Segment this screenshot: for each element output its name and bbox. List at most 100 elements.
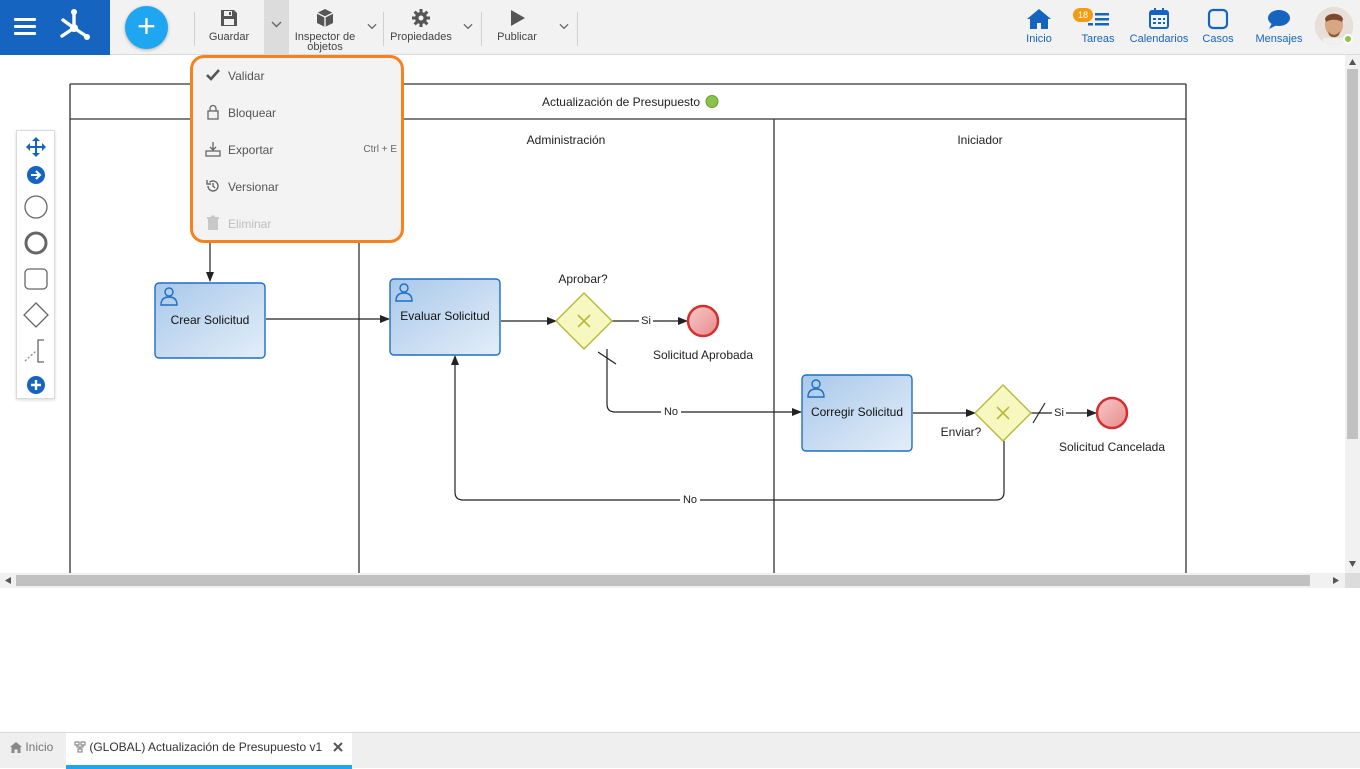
flow-label-no: No [683, 494, 697, 506]
gateway-label: Enviar? [941, 425, 982, 439]
end-event-cancelada[interactable] [1095, 396, 1129, 430]
app-logo-icon[interactable] [54, 6, 94, 46]
nav-calendars[interactable]: Calendarios [1128, 8, 1190, 45]
vertical-scrollbar[interactable] [1345, 55, 1360, 573]
nav-tasks-label: Tareas [1081, 33, 1115, 45]
publish-dropdown-chevron-icon[interactable] [559, 21, 569, 33]
scroll-up-arrow-icon[interactable] [1349, 59, 1356, 65]
scroll-left-arrow-icon[interactable] [5, 577, 11, 584]
nav-messages-label: Mensajes [1255, 33, 1303, 45]
nav-home[interactable]: Inicio [1020, 8, 1058, 45]
toolbar-separator [481, 12, 482, 46]
menu-item-validar[interactable]: Validar [205, 66, 397, 86]
menu-item-label: Bloquear [228, 106, 277, 120]
add-new-button[interactable]: + [125, 6, 168, 49]
gateway-diamond-icon[interactable] [22, 301, 50, 329]
flow-label-si: Si [1054, 407, 1064, 419]
task-label: Evaluar Solicitud [400, 309, 489, 323]
tab-process-label: (GLOBAL) Actualización de Presupuesto v1 [89, 740, 323, 754]
horizontal-scrollbar[interactable] [0, 573, 1345, 588]
close-icon[interactable] [333, 742, 344, 752]
inspector-dropdown-chevron-icon[interactable] [367, 21, 377, 33]
menu-item-shortcut: Ctrl + E [363, 144, 397, 155]
nav-calendars-label: Calendarios [1129, 33, 1189, 45]
task-label: Corregir Solicitud [811, 405, 903, 419]
nav-home-label: Inicio [1026, 33, 1052, 45]
annotation-bracket-icon[interactable] [22, 337, 50, 365]
horizontal-scroll-thumb[interactable] [16, 575, 1310, 586]
start-event-circle-icon[interactable] [22, 193, 50, 221]
process-diagram-icon [74, 741, 86, 753]
task-evaluar-solicitud[interactable]: Evaluar Solicitud [389, 278, 501, 356]
home-icon [10, 742, 22, 753]
calendar-icon [1149, 8, 1169, 29]
menu-item-exportar[interactable]: Exportar Ctrl + E [205, 140, 397, 160]
menu-item-label: Versionar [228, 180, 279, 194]
flow-send-no[interactable] [451, 355, 1005, 501]
gateway-enviar[interactable] [974, 384, 1032, 442]
gateway-label: Aprobar? [558, 272, 608, 286]
add-more-shapes-icon[interactable] [22, 371, 50, 399]
save-options-dropdown[interactable] [264, 0, 289, 55]
lane-title-iniciador: Iniciador [957, 133, 1002, 147]
floppy-disk-icon [221, 10, 237, 26]
history-icon [206, 180, 219, 192]
lane-title-administracion: Administración [527, 133, 606, 147]
end-event-circle-icon[interactable] [22, 229, 50, 257]
nav-cases-label: Casos [1202, 33, 1234, 45]
scroll-down-arrow-icon[interactable] [1349, 561, 1356, 567]
end-event-label: Solicitud Cancelada [1059, 440, 1165, 454]
task-label: Crear Solicitud [171, 313, 250, 327]
gateway-aprobar[interactable] [555, 292, 613, 350]
home-icon [1027, 9, 1051, 29]
end-event-label: Solicitud Aprobada [653, 348, 753, 362]
tab-process[interactable]: (GLOBAL) Actualización de Presupuesto v1 [66, 733, 352, 769]
trash-icon [207, 215, 219, 230]
publish-label: Publicar [497, 31, 537, 43]
save-label: Guardar [208, 31, 250, 43]
vertical-scroll-thumb[interactable] [1347, 69, 1358, 439]
save-options-menu: Validar Bloquear Exportar Ctrl + E Versi… [190, 55, 404, 243]
menu-item-label: Exportar [228, 143, 274, 157]
case-square-icon [1207, 8, 1229, 30]
task-corregir-solicitud[interactable]: Corregir Solicitud [801, 374, 913, 452]
tab-inicio[interactable]: Inicio [10, 733, 66, 769]
online-status-indicator [1343, 34, 1353, 44]
brand-area [0, 0, 110, 55]
cube-icon [316, 9, 334, 27]
save-button[interactable]: Guardar [205, 8, 253, 43]
move-arrows-icon[interactable] [22, 133, 50, 161]
toolbar-separator [194, 12, 195, 46]
tasks-count-badge: 18 [1073, 8, 1093, 22]
menu-item-versionar[interactable]: Versionar [205, 177, 397, 197]
chat-bubble-icon [1268, 10, 1290, 29]
inspector-label-line2: objetos [307, 41, 343, 53]
toolbar-separator [383, 12, 384, 46]
properties-button[interactable]: Propiedades [388, 8, 454, 43]
task-crear-solicitud[interactable]: Crear Solicitud [154, 282, 266, 359]
scroll-right-arrow-icon[interactable] [1333, 577, 1339, 584]
menu-item-bloquear[interactable]: Bloquear [205, 103, 397, 123]
nav-cases[interactable]: Casos [1200, 8, 1236, 45]
task-rectangle-icon[interactable] [22, 265, 50, 293]
properties-dropdown-chevron-icon[interactable] [463, 21, 473, 33]
pool-status-dot [705, 95, 719, 108]
tab-inicio-label: Inicio [25, 740, 54, 754]
pool-title: Actualización de Presupuesto [542, 95, 700, 109]
scrollbar-corner [1345, 573, 1360, 588]
chevron-down-icon [271, 21, 282, 28]
hamburger-menu-icon[interactable] [14, 18, 36, 36]
end-event-aprobada[interactable] [686, 304, 720, 338]
properties-label: Propiedades [390, 31, 452, 43]
connect-arrow-icon[interactable] [22, 161, 50, 189]
toolbar-separator [577, 12, 578, 46]
lock-icon [207, 104, 219, 120]
gear-icon [412, 9, 430, 27]
publish-button[interactable]: Publicar [492, 8, 542, 43]
object-inspector-button[interactable]: Inspector de objetos [292, 8, 358, 53]
check-icon [206, 69, 220, 81]
nav-messages[interactable]: Mensajes [1254, 8, 1304, 45]
menu-item-label: Eliminar [228, 217, 272, 231]
flow-label-no: No [664, 406, 678, 418]
menu-item-eliminar[interactable]: Eliminar [205, 214, 397, 234]
